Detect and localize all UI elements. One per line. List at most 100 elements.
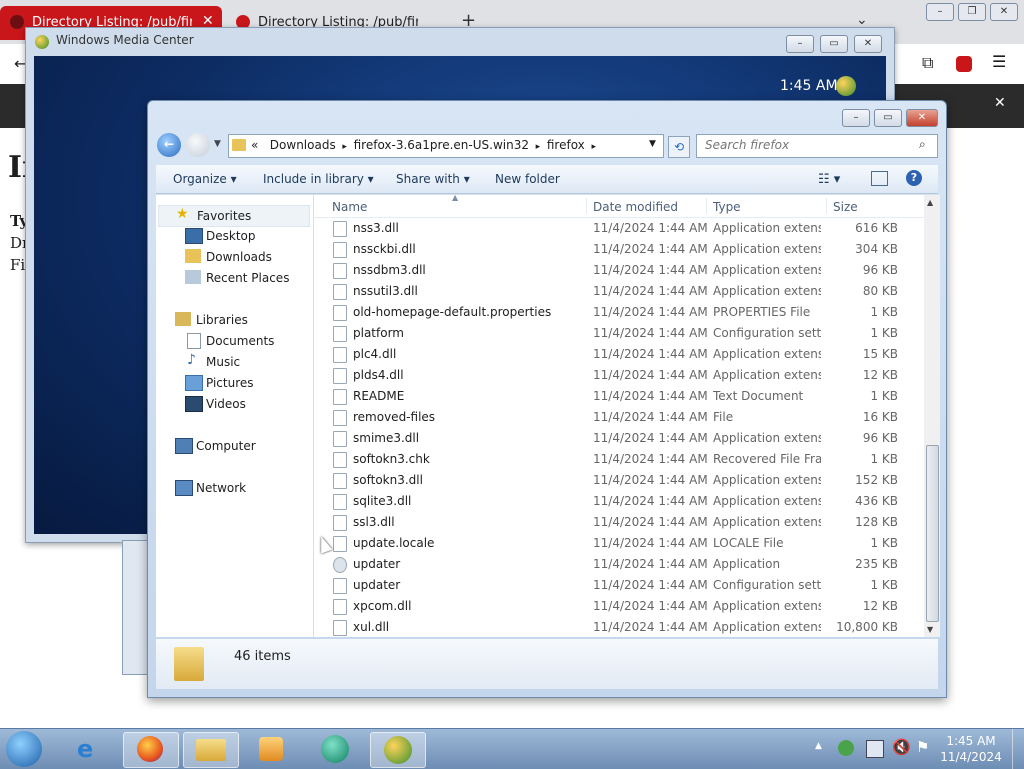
tray-clock[interactable]: 1:45 AM 11/4/2024: [936, 733, 1006, 765]
file-type: File: [713, 410, 734, 424]
file-size: 1 KB: [870, 305, 898, 319]
forward-icon[interactable]: [186, 133, 210, 157]
back-icon[interactable]: ←: [157, 133, 181, 157]
breadcrumb-firefox-build[interactable]: firefox-3.6a1pre.en-US.win32: [354, 138, 529, 152]
breadcrumb-arrow-icon[interactable]: ▸: [589, 142, 596, 152]
file-row[interactable]: removed-files 11/4/2024 1:44 AM File 16 KB: [314, 407, 924, 428]
file-row[interactable]: smime3.dll 11/4/2024 1:44 AM Application e…: [314, 428, 924, 449]
extensions-icon[interactable]: ⧉: [922, 53, 933, 73]
file-row[interactable]: updater 11/4/2024 1:44 AM Configuration se…: [314, 575, 924, 596]
tray-network-icon[interactable]: [866, 740, 884, 758]
windows-logo-icon[interactable]: [836, 76, 856, 96]
file-row[interactable]: old-homepage-default.properties 11/4/2024…: [314, 302, 924, 323]
file-row[interactable]: nssutil3.dll 11/4/2024 1:44 AM Application…: [314, 281, 924, 302]
tray-expand-icon[interactable]: ▲: [815, 741, 822, 751]
show-desktop-button[interactable]: [1012, 729, 1024, 769]
file-row[interactable]: updater 11/4/2024 1:44 AM Application 235 K…: [314, 554, 924, 575]
browser-minimize-button[interactable]: –: [926, 3, 954, 21]
file-row[interactable]: ssl3.dll 11/4/2024 1:44 AM Application ext…: [314, 512, 924, 533]
dll-file-icon: [333, 347, 347, 363]
file-row[interactable]: plc4.dll 11/4/2024 1:44 AM Application ext…: [314, 344, 924, 365]
share-with-button[interactable]: Share with ▾: [396, 172, 470, 186]
file-row[interactable]: softokn3.chk 11/4/2024 1:44 AM Recovered F…: [314, 449, 924, 470]
file-icon: [333, 305, 347, 321]
file-size: 235 KB: [855, 557, 898, 571]
tab-list-chevron-icon[interactable]: ⌄: [856, 12, 868, 28]
scroll-up-icon[interactable]: ▲: [927, 198, 933, 207]
file-date: 11/4/2024 1:44 AM: [593, 305, 708, 319]
history-chevron-icon[interactable]: ▼: [214, 139, 221, 149]
scroll-down-icon[interactable]: ▼: [927, 625, 933, 634]
search-box[interactable]: ⌕: [696, 134, 938, 158]
tray-security-icon[interactable]: [838, 740, 854, 756]
start-button[interactable]: [6, 731, 42, 767]
view-options-icon[interactable]: ☷ ▾: [818, 172, 840, 187]
explorer-close-button[interactable]: ✕: [906, 109, 938, 127]
nav-favorites[interactable]: ★ Favorites: [158, 205, 310, 227]
column-date[interactable]: Date modified: [593, 200, 678, 214]
browser-close-button[interactable]: ✕: [990, 3, 1018, 21]
new-folder-button[interactable]: New folder: [495, 172, 560, 186]
breadcrumb-overflow-icon[interactable]: «: [251, 138, 258, 152]
help-icon[interactable]: ?: [906, 170, 922, 186]
organize-button[interactable]: Organize ▾: [173, 172, 237, 186]
column-size[interactable]: Size: [833, 200, 858, 214]
file-row[interactable]: softokn3.dll 11/4/2024 1:44 AM Application…: [314, 470, 924, 491]
file-row[interactable]: sqlite3.dll 11/4/2024 1:44 AM Application …: [314, 491, 924, 512]
file-date: 11/4/2024 1:44 AM: [593, 347, 708, 361]
file-date: 11/4/2024 1:44 AM: [593, 263, 708, 277]
menu-icon[interactable]: ☰: [992, 52, 1006, 71]
scroll-thumb[interactable]: [926, 445, 939, 622]
preview-pane-icon[interactable]: [871, 171, 888, 186]
file-row[interactable]: update.locale 11/4/2024 1:44 AM LOCALE Fil…: [314, 533, 924, 554]
column-name[interactable]: Name: [332, 200, 367, 214]
column-type[interactable]: Type: [713, 200, 741, 214]
column-divider[interactable]: [586, 198, 587, 214]
tray-volume-icon[interactable]: 🔇: [892, 738, 911, 756]
tray-flag-icon[interactable]: ⚑: [916, 738, 929, 756]
bar-close-icon[interactable]: ✕: [994, 95, 1006, 111]
taskbar-firefox[interactable]: [123, 732, 179, 768]
file-row[interactable]: README 11/4/2024 1:44 AM Text Document 1 KB: [314, 386, 924, 407]
column-divider[interactable]: [826, 198, 827, 214]
file-row[interactable]: xpcom.dll 11/4/2024 1:44 AM Application ex…: [314, 596, 924, 617]
media-player-icon: [259, 737, 283, 761]
breadcrumb-arrow-icon[interactable]: ▸: [533, 142, 543, 152]
taskbar-explorer[interactable]: [183, 732, 239, 768]
taskbar-app[interactable]: [308, 732, 362, 766]
file-name: update.locale: [353, 536, 435, 550]
file-row[interactable]: plds4.dll 11/4/2024 1:44 AM Application ex…: [314, 365, 924, 386]
wmc-close-button[interactable]: ✕: [854, 35, 882, 53]
ie-icon: e: [77, 735, 94, 763]
taskbar-media-center[interactable]: [370, 732, 426, 768]
search-input[interactable]: [703, 137, 907, 153]
file-row[interactable]: nss3.dll 11/4/2024 1:44 AM Application ext…: [314, 218, 924, 239]
file-row[interactable]: nssckbi.dll 11/4/2024 1:44 AM Application …: [314, 239, 924, 260]
taskbar-media-player[interactable]: [245, 732, 299, 766]
breadcrumb-arrow-icon[interactable]: ▸: [340, 142, 350, 152]
file-row[interactable]: platform 11/4/2024 1:44 AM Configuration s…: [314, 323, 924, 344]
search-icon[interactable]: ⌕: [919, 137, 926, 152]
address-dropdown-icon[interactable]: ▼: [649, 139, 656, 149]
file-size: 96 KB: [862, 263, 898, 277]
ublock-icon[interactable]: [956, 56, 972, 72]
explorer-maximize-button[interactable]: ▭: [874, 109, 902, 127]
breadcrumb-downloads[interactable]: Downloads: [270, 138, 336, 152]
file-row[interactable]: nssdbm3.dll 11/4/2024 1:44 AM Application …: [314, 260, 924, 281]
libraries-icon: [175, 312, 191, 326]
column-divider[interactable]: [706, 198, 707, 214]
include-in-library-button[interactable]: Include in library ▾: [263, 172, 374, 186]
dll-file-icon: [333, 620, 347, 636]
wmc-maximize-button[interactable]: ▭: [820, 35, 848, 53]
explorer-minimize-button[interactable]: –: [842, 109, 870, 127]
taskbar-ie[interactable]: e: [64, 732, 118, 766]
vertical-scrollbar[interactable]: ▲ ▼: [924, 195, 940, 637]
file-icon: [333, 410, 347, 426]
browser-restore-button[interactable]: ❐: [958, 3, 986, 21]
file-row[interactable]: xul.dll 11/4/2024 1:44 AM Application exte…: [314, 617, 924, 638]
refresh-icon[interactable]: ⟲: [668, 136, 690, 158]
file-list[interactable]: Name ▲ Date modified Type Size nss3.dll 1…: [314, 193, 924, 638]
wmc-minimize-button[interactable]: –: [786, 35, 814, 53]
address-bar[interactable]: « Downloads ▸ firefox-3.6a1pre.en-US.win…: [228, 134, 664, 158]
breadcrumb-firefox[interactable]: firefox: [547, 138, 585, 152]
